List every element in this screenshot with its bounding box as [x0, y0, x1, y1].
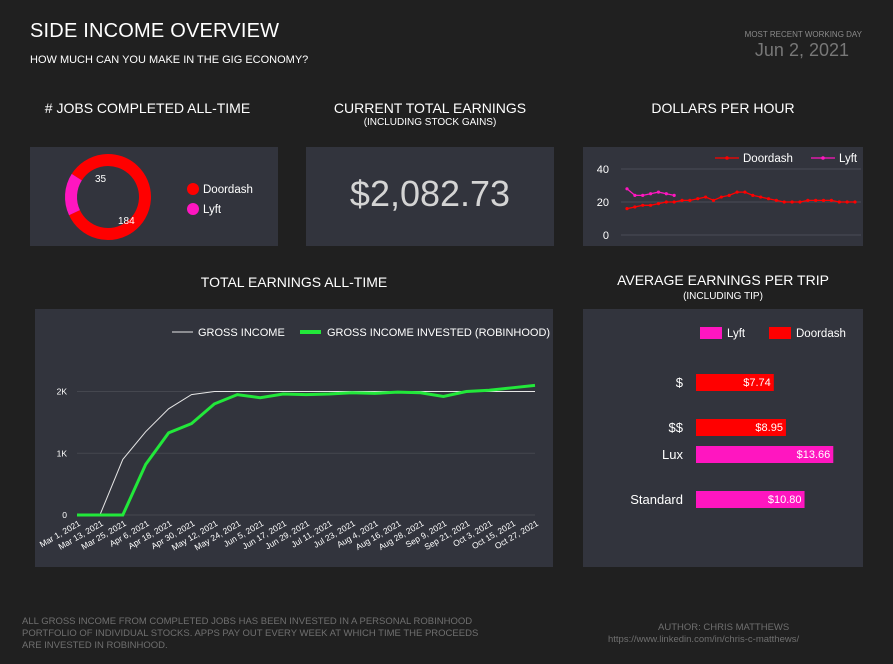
- total-earnings-chart: 01K2KMar 1, 2021Mar 13, 2021Mar 25, 2021…: [38, 327, 550, 552]
- dph-panel: 0 20 40 Doordash Lyft: [583, 147, 863, 246]
- page-subtitle: HOW MUCH CAN YOU MAKE IN THE GIG ECONOMY…: [30, 54, 309, 66]
- dph-point-doordash: [790, 200, 794, 204]
- legend-lyft-label: Lyft: [203, 204, 222, 216]
- avg-category-label: $$: [669, 420, 684, 435]
- dph-point-doordash: [814, 198, 818, 202]
- dph-title: DOLLARS PER HOUR: [651, 100, 795, 116]
- dph-point-doordash: [672, 200, 676, 204]
- footer-author: AUTHOR: CHRIS MATTHEWS: [658, 622, 790, 633]
- avg-category-label: Standard: [630, 492, 683, 507]
- avg-bar-value: $13.66: [797, 449, 831, 461]
- donut-label-lyft: 35: [95, 174, 107, 185]
- avg-panel: Lyft Doordash $ $7.74 $$ $8.95 Lux $13.66 Standa…: [583, 309, 863, 567]
- dph-point-doordash: [641, 203, 645, 207]
- avg-legend-doordash-label: Doordash: [796, 328, 846, 340]
- dph-point-doordash: [696, 197, 700, 201]
- dph-point-doordash: [766, 197, 771, 201]
- total-ytick: 2K: [57, 387, 68, 397]
- footer-note-line: ARE INVESTED IN ROBINHOOD.: [22, 640, 168, 651]
- dph-point-lyft: [656, 190, 661, 194]
- dph-point-doordash: [751, 193, 755, 197]
- dph-point-doordash: [821, 198, 826, 202]
- dph-point-lyft: [664, 192, 668, 196]
- recent-day-label: MOST RECENT WORKING DAY: [744, 30, 862, 39]
- dph-point-lyft: [641, 193, 645, 197]
- jobs-panel: 35 184 Doordash Lyft: [30, 147, 278, 246]
- avg-earnings-chart: Lyft Doordash $ $7.74 $$ $8.95 Lux $13.66 Standa…: [630, 327, 846, 508]
- avg-category-label: $: [676, 375, 684, 390]
- earnings-subtitle: (INCLUDING STOCK GAINS): [363, 117, 497, 128]
- dph-chart: 0 20 40 Doordash Lyft: [597, 153, 861, 242]
- dph-ytick: 20: [597, 197, 609, 209]
- dph-point-doordash: [853, 200, 857, 204]
- dph-ytick: 40: [597, 164, 609, 176]
- dph-point-doordash: [837, 200, 841, 204]
- dph-legend-label: Lyft: [839, 153, 858, 165]
- total-panel: 0 1K 2K Mar 1, 2021 Mar 13, 2021 Mar 25, 2021…: [35, 309, 553, 567]
- total-legend-invested-label: GROSS INCOME INVESTED (ROBINHOOD): [327, 327, 550, 339]
- avg-legend-doordash-swatch: [769, 327, 791, 339]
- dph-point-doordash: [727, 193, 731, 197]
- dph-point-lyft: [625, 187, 629, 191]
- legend-doordash-label: Doordash: [203, 184, 253, 196]
- dph-point-doordash: [633, 205, 637, 209]
- dph-point-doordash: [798, 200, 802, 204]
- avg-subtitle: (INCLUDING TIP): [683, 291, 763, 302]
- dph-point-lyft: [633, 193, 637, 197]
- avg-legend-lyft-swatch: [700, 327, 722, 339]
- avg-bar-value: $10.80: [768, 494, 802, 506]
- dph-point-doordash: [688, 198, 692, 202]
- dph-point-doordash: [735, 190, 739, 194]
- footer-note: ALL GROSS INCOME FROM COMPLETED JOBS HAS…: [22, 616, 542, 652]
- dph-point-doordash: [680, 198, 684, 202]
- earnings-panel: $2,082.73: [306, 147, 554, 246]
- donut-label-doordash: 184: [118, 216, 135, 227]
- avg-legend-lyft-label: Lyft: [727, 328, 746, 340]
- total-earnings-value: $2,082.73: [349, 173, 511, 214]
- recent-day-date: Jun 2, 2021: [754, 40, 849, 60]
- dph-point-doordash: [743, 190, 747, 194]
- total-ytick: 1K: [57, 448, 68, 458]
- total-title: TOTAL EARNINGS ALL-TIME: [200, 274, 388, 290]
- dph-legend-label: Doordash: [743, 153, 793, 165]
- legend-lyft-swatch: [187, 203, 199, 215]
- avg-bar-value: $8.95: [755, 422, 783, 434]
- dph-point-doordash: [704, 195, 708, 199]
- footer-note-line: ALL GROSS INCOME FROM COMPLETED JOBS HAS…: [22, 616, 473, 627]
- avg-category-label: Lux: [662, 447, 683, 462]
- dph-point-lyft: [672, 193, 676, 197]
- dph-point-doordash: [806, 198, 810, 202]
- dph-point-lyft: [648, 192, 653, 196]
- total-legend-gross-label: GROSS INCOME: [198, 327, 285, 339]
- dph-point-doordash: [719, 195, 723, 199]
- avg-bar-value: $7.74: [743, 377, 771, 389]
- donut-slice-lyft: [65, 173, 83, 216]
- dph-point-doordash: [656, 202, 661, 206]
- footer-url: https://www.linkedin.com/in/chris-c-matt…: [608, 634, 800, 645]
- dph-point-doordash: [774, 198, 778, 202]
- avg-title: AVERAGE EARNINGS PER TRIP: [617, 272, 829, 288]
- dph-ytick: 0: [603, 230, 609, 242]
- legend-doordash-swatch: [187, 183, 199, 195]
- dph-point-doordash: [759, 195, 763, 199]
- dph-point-doordash: [782, 200, 786, 204]
- dph-legend-marker: [821, 156, 825, 160]
- dph-point-doordash: [625, 207, 629, 211]
- dph-point-doordash: [648, 203, 653, 207]
- total-ytick: 0: [62, 510, 67, 520]
- dph-line-doordash: [626, 191, 855, 210]
- footer-note-line: PORTFOLIO OF INDIVIDUAL STOCKS. APPS PAY…: [22, 628, 479, 639]
- dph-legend-marker: [725, 156, 729, 160]
- page-title: SIDE INCOME OVERVIEW: [30, 20, 280, 42]
- jobs-title: # JOBS COMPLETED ALL-TIME: [44, 100, 251, 116]
- dph-point-doordash: [829, 198, 834, 202]
- dph-point-doordash: [664, 200, 668, 204]
- dph-point-doordash: [845, 200, 849, 204]
- invested-income-line: [77, 383, 536, 517]
- donut-chart: 35 184 Doordash Lyft: [65, 154, 253, 240]
- dph-point-doordash: [711, 198, 716, 202]
- earnings-title: CURRENT TOTAL EARNINGS: [333, 100, 527, 116]
